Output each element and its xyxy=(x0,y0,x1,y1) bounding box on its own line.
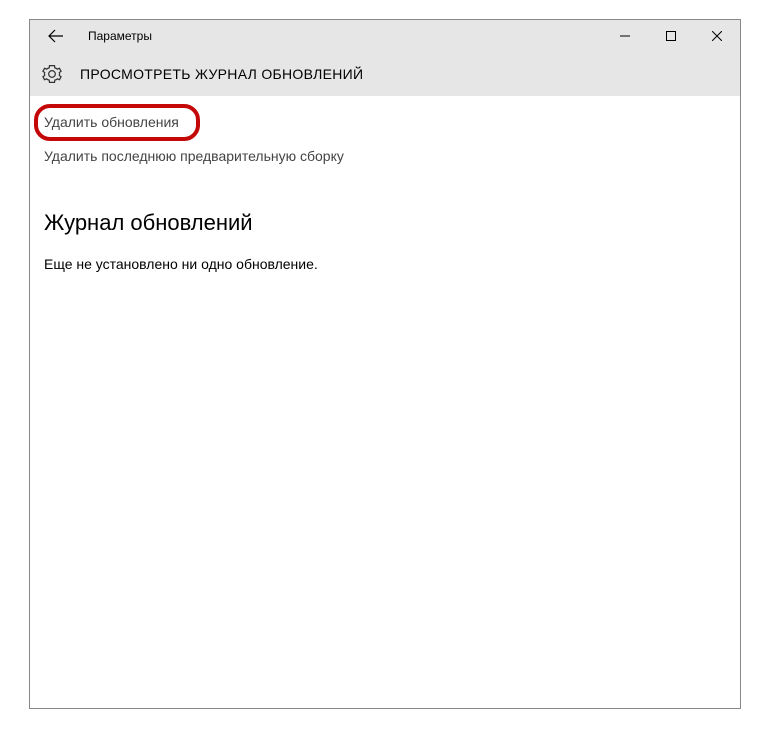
back-arrow-icon xyxy=(48,28,64,44)
close-button[interactable] xyxy=(694,20,740,52)
remove-preview-build-link[interactable]: Удалить последнюю предварительную сборку xyxy=(44,148,344,164)
maximize-button[interactable] xyxy=(648,20,694,52)
remove-updates-link[interactable]: Удалить обновления xyxy=(44,114,179,130)
settings-window: Параметры xyxy=(29,19,741,709)
page-header: ПРОСМОТРЕТЬ ЖУРНАЛ ОБНОВЛЕНИЙ xyxy=(30,52,740,96)
content-area: Удалить обновления Удалить последнюю пре… xyxy=(30,96,740,290)
minimize-button[interactable] xyxy=(602,20,648,52)
window-controls xyxy=(602,20,740,52)
empty-state-text: Еще не установлено ни одно обновление. xyxy=(44,256,726,272)
gear-icon xyxy=(42,64,62,84)
close-icon xyxy=(712,31,722,41)
titlebar-left: Параметры xyxy=(36,20,152,52)
maximize-icon xyxy=(666,31,676,41)
update-history-heading: Журнал обновлений xyxy=(44,210,726,236)
page-title: ПРОСМОТРЕТЬ ЖУРНАЛ ОБНОВЛЕНИЙ xyxy=(80,66,363,82)
titlebar: Параметры xyxy=(30,20,740,52)
window-title: Параметры xyxy=(88,29,152,43)
back-button[interactable] xyxy=(36,20,76,52)
minimize-icon xyxy=(620,31,630,41)
